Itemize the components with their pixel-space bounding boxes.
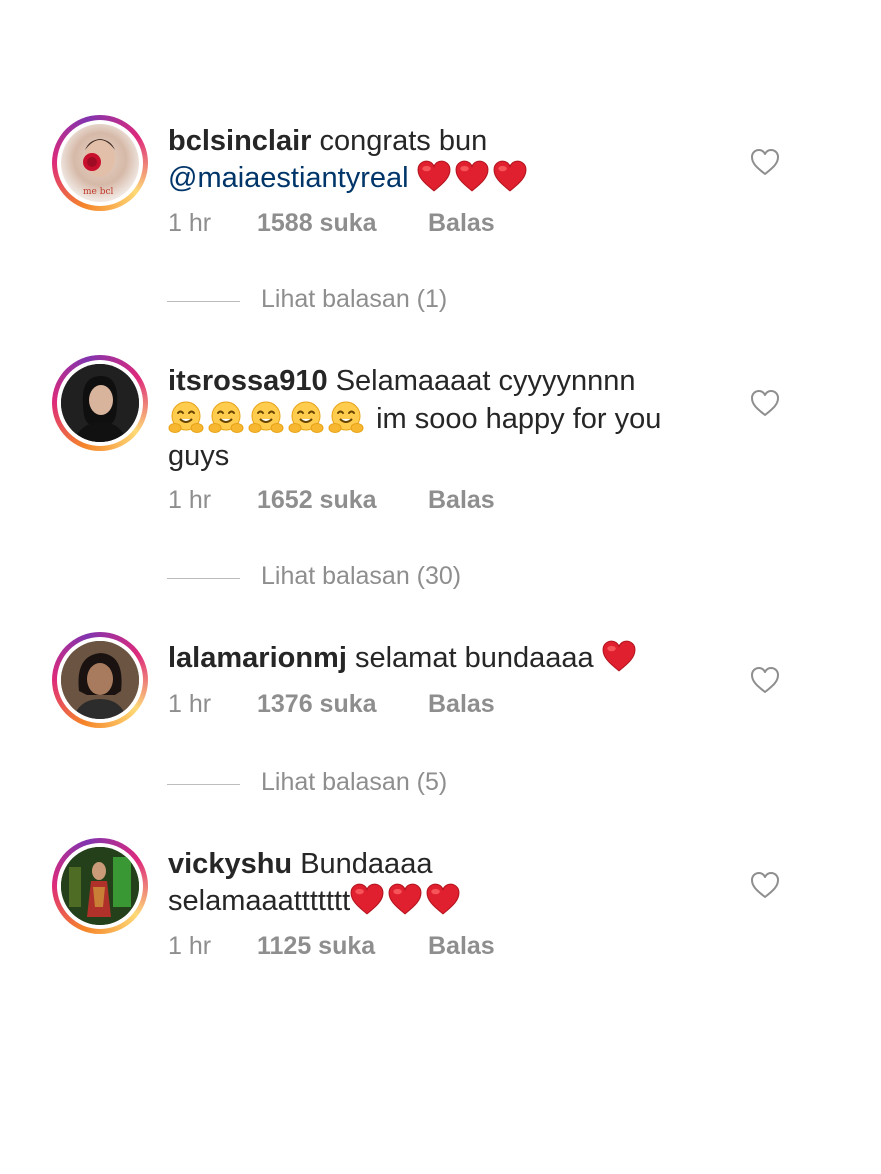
hugging-face-emoji	[248, 400, 284, 436]
avatar[interactable]	[52, 355, 148, 451]
red-heart-emoji	[426, 883, 460, 915]
username[interactable]: lalamarionmj	[168, 642, 347, 674]
timestamp: 1 hr	[168, 209, 212, 237]
like-heart-icon[interactable]	[750, 871, 780, 899]
like-count[interactable]: 1588 suka	[257, 209, 377, 238]
like-count[interactable]: 1652 suka	[257, 486, 377, 515]
username[interactable]: vickyshu	[168, 848, 292, 880]
like-count[interactable]: 1125 suka	[257, 932, 375, 961]
red-heart-emoji	[417, 160, 451, 192]
hugging-face-emoji	[328, 400, 364, 436]
username[interactable]: bclsinclair	[168, 125, 311, 157]
divider	[167, 578, 240, 579]
comment-body: selamat bundaaaa	[354, 642, 594, 674]
red-heart-emoji	[602, 640, 636, 672]
timestamp: 1 hr	[168, 486, 212, 514]
avatar-photo: me bcl	[83, 139, 115, 197]
hugging-face-emoji	[168, 400, 204, 436]
divider	[167, 784, 240, 785]
red-heart-emoji	[388, 883, 422, 915]
comment-body: congrats bun	[319, 125, 488, 157]
red-heart-emoji	[493, 160, 527, 192]
comment-text: bclsinclair congrats bun @maiaestiantyre…	[168, 123, 728, 197]
divider	[167, 301, 240, 302]
like-heart-icon[interactable]	[750, 148, 780, 176]
reply-button[interactable]: Balas	[428, 486, 495, 515]
like-heart-icon[interactable]	[750, 389, 780, 417]
red-heart-emoji	[350, 883, 384, 915]
timestamp: 1 hr	[168, 690, 212, 718]
mention-link[interactable]: @maiaestiantyreal	[168, 162, 409, 194]
like-count[interactable]: 1376 suka	[257, 690, 377, 719]
username[interactable]: itsrossa910	[168, 365, 328, 397]
reply-button[interactable]: Balas	[428, 932, 495, 961]
comment-text: itsrossa910 Selamaaaat cyyyynnnn im sooo…	[168, 363, 728, 475]
hugging-face-emoji	[208, 400, 244, 436]
reply-button[interactable]: Balas	[428, 690, 495, 719]
avatar-photo	[61, 641, 139, 719]
comment-body: Selamaaaat cyyyynnnn	[335, 365, 636, 397]
comment-text: vickyshu Bundaaaa selamaaattttttt	[168, 846, 528, 920]
avatar[interactable]	[52, 632, 148, 728]
avatar-photo	[61, 847, 139, 925]
like-heart-icon[interactable]	[750, 666, 780, 694]
reply-button[interactable]: Balas	[428, 209, 495, 238]
red-heart-emoji	[455, 160, 489, 192]
comment-text: lalamarionmj selamat bundaaaa	[168, 640, 728, 677]
svg-text:me bcl: me bcl	[83, 187, 114, 197]
avatar-photo	[61, 364, 139, 442]
hugging-face-emoji	[288, 400, 324, 436]
avatar[interactable]: me bcl	[52, 115, 148, 211]
timestamp: 1 hr	[168, 932, 212, 960]
avatar[interactable]	[52, 838, 148, 934]
